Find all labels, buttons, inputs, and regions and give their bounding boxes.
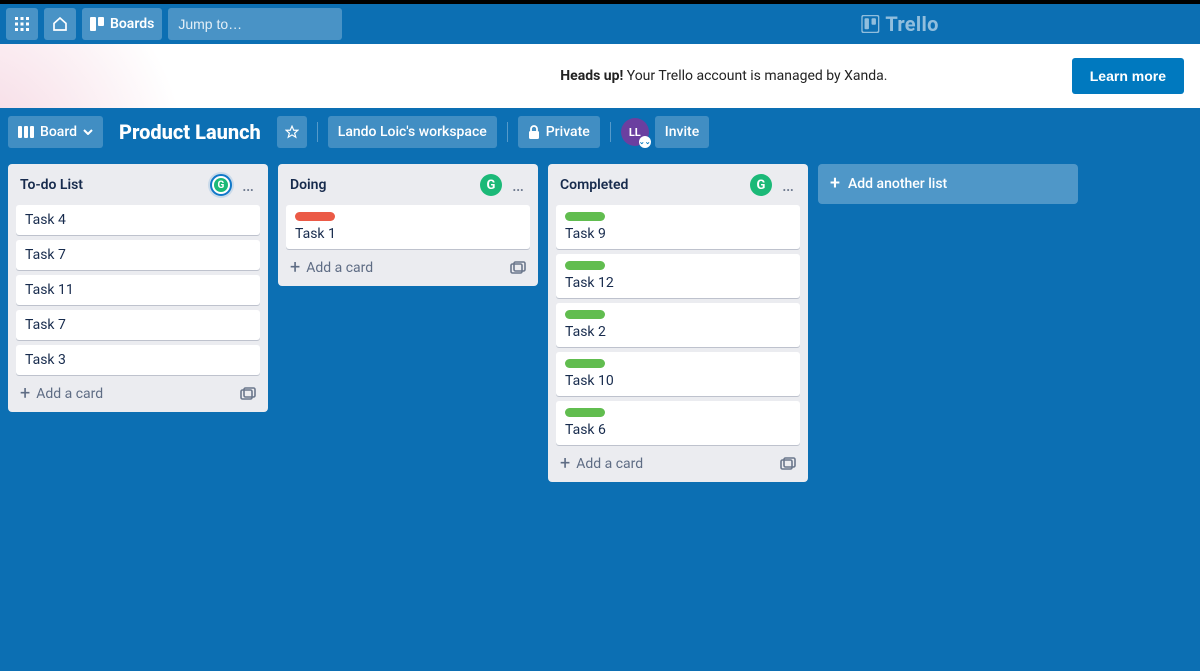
visibility-label: Private	[546, 124, 590, 140]
grammarly-badge-icon[interactable]: G	[750, 174, 772, 196]
plus-icon: +	[830, 177, 840, 191]
card[interactable]: Task 9	[556, 205, 800, 249]
list-title[interactable]: Completed	[560, 177, 744, 193]
list-title[interactable]: Doing	[290, 177, 474, 193]
home-icon	[52, 16, 68, 32]
card-title: Task 7	[25, 247, 251, 263]
list-actions-button[interactable]: …	[778, 175, 798, 196]
board-icon	[90, 17, 104, 31]
card-title: Task 1	[295, 226, 521, 242]
card-title: Task 7	[25, 317, 251, 333]
add-card-button[interactable]: + Add a card	[556, 450, 800, 474]
add-card-button[interactable]: + Add a card	[16, 380, 260, 404]
member-avatar[interactable]: LL ⌄⌄	[621, 118, 649, 146]
card-label-green[interactable]	[565, 408, 605, 417]
card-label-red[interactable]	[295, 212, 335, 221]
home-button[interactable]	[44, 8, 76, 40]
card-label-green[interactable]	[565, 212, 605, 221]
board-title[interactable]: Product Launch	[109, 120, 271, 144]
list-header: Doing G …	[286, 172, 530, 200]
card-title: Task 4	[25, 212, 251, 228]
card-label-green[interactable]	[565, 261, 605, 270]
list-actions-button[interactable]: …	[238, 175, 258, 196]
trello-logo-icon	[861, 15, 879, 33]
global-header: Boards Trello	[0, 4, 1200, 44]
board-header: Board Product Launch Lando Loic's worksp…	[0, 108, 1200, 156]
add-card-label: Add a card	[306, 260, 373, 276]
list: Completed G … Task 9 Task 12 Task 2 Task 10 Tas…	[548, 164, 808, 482]
add-another-list-button[interactable]: + Add another list	[818, 164, 1078, 204]
card[interactable]: Task 10	[556, 352, 800, 396]
plus-icon: +	[560, 457, 570, 471]
separator	[507, 122, 508, 142]
board-view-icon	[18, 126, 34, 138]
card-title: Task 2	[565, 324, 791, 340]
card-template-icon[interactable]	[240, 387, 256, 401]
card[interactable]: Task 6	[556, 401, 800, 445]
grammarly-badge-icon[interactable]: G	[480, 174, 502, 196]
list: To-do List G … Task 4 Task 7 Task 11 Task 7 Tas…	[8, 164, 268, 412]
avatar-admin-badge-icon: ⌄⌄	[639, 136, 651, 148]
workspace-button[interactable]: Lando Loic's workspace	[328, 116, 497, 148]
notice-banner: Heads up! Your Trello account is managed…	[0, 44, 1200, 108]
card[interactable]: Task 2	[556, 303, 800, 347]
star-icon	[285, 125, 299, 139]
banner-strong: Heads up!	[560, 68, 623, 84]
board-view-switcher[interactable]: Board	[8, 116, 103, 148]
card[interactable]: Task 12	[556, 254, 800, 298]
card-title: Task 3	[25, 352, 251, 368]
plus-icon: +	[20, 387, 30, 401]
card-template-icon[interactable]	[510, 261, 526, 275]
card[interactable]: Task 11	[16, 275, 260, 305]
chevron-down-icon	[83, 129, 93, 135]
card[interactable]: Task 7	[16, 310, 260, 340]
list: Doing G … Task 1 + Add a card	[278, 164, 538, 286]
card-template-icon[interactable]	[780, 457, 796, 471]
avatar-initials: LL	[629, 126, 641, 139]
visibility-button[interactable]: Private	[518, 116, 600, 148]
learn-more-button[interactable]: Learn more	[1072, 58, 1184, 94]
separator	[610, 122, 611, 142]
plus-icon: +	[290, 261, 300, 275]
add-card-button[interactable]: + Add a card	[286, 254, 530, 278]
list-actions-button[interactable]: …	[508, 175, 528, 196]
add-card-label: Add a card	[576, 456, 643, 472]
card-title: Task 9	[565, 226, 791, 242]
card[interactable]: Task 7	[16, 240, 260, 270]
lock-icon	[528, 125, 540, 139]
star-button[interactable]	[277, 116, 307, 148]
boards-button-label: Boards	[110, 16, 154, 32]
board-view-label: Board	[40, 124, 77, 140]
add-card-label: Add a card	[36, 386, 103, 402]
list-header: Completed G …	[556, 172, 800, 200]
apps-grid-icon	[15, 17, 29, 31]
brand-text: Trello	[885, 12, 938, 36]
add-another-list-label: Add another list	[848, 176, 947, 192]
card-title: Task 11	[25, 282, 251, 298]
card-title: Task 6	[565, 422, 791, 438]
search-box[interactable]	[168, 8, 342, 40]
invite-button[interactable]: Invite	[655, 116, 709, 148]
card-label-green[interactable]	[565, 359, 605, 368]
card[interactable]: Task 3	[16, 345, 260, 375]
separator	[317, 122, 318, 142]
card[interactable]: Task 1	[286, 205, 530, 249]
list-title[interactable]: To-do List	[20, 177, 204, 193]
board-canvas: To-do List G … Task 4 Task 7 Task 11 Task 7 Tas…	[0, 156, 1200, 490]
brand: Trello	[861, 12, 938, 36]
apps-button[interactable]	[6, 8, 38, 40]
search-input[interactable]	[178, 16, 359, 32]
card-label-green[interactable]	[565, 310, 605, 319]
boards-button[interactable]: Boards	[82, 8, 162, 40]
banner-message: Heads up! Your Trello account is managed…	[16, 68, 1012, 84]
card-title: Task 10	[565, 373, 791, 389]
list-header: To-do List G …	[16, 172, 260, 200]
banner-text: Your Trello account is managed by Xanda.	[623, 68, 887, 84]
card[interactable]: Task 4	[16, 205, 260, 235]
workspace-label: Lando Loic's workspace	[338, 124, 487, 140]
invite-label: Invite	[665, 124, 699, 140]
grammarly-badge-icon[interactable]: G	[210, 174, 232, 196]
card-title: Task 12	[565, 275, 791, 291]
